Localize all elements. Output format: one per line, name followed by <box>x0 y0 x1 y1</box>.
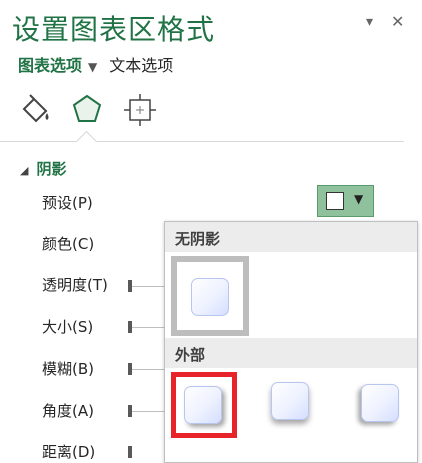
preset-outer-shadow-1[interactable] <box>171 372 237 438</box>
group-header-no-shadow: 无阴影 <box>165 222 417 252</box>
preset-thumbnail <box>361 384 399 422</box>
preset-thumbnail <box>191 278 229 316</box>
shadow-section-header[interactable]: ◢ 阴影 <box>20 158 66 179</box>
blur-label: 模糊(B) <box>42 360 94 378</box>
preset-no-shadow[interactable] <box>171 256 249 336</box>
angle-label: 角度(A) <box>42 402 94 420</box>
selected-category-caret <box>75 130 98 153</box>
close-icon[interactable]: ✕ <box>391 12 404 31</box>
effects-pentagon-icon[interactable] <box>70 92 104 126</box>
options-tabs: 图表选项 ▼ 文本选项 <box>18 52 173 76</box>
preset-outer-shadow-3[interactable] <box>345 370 415 440</box>
fill-line-icon[interactable] <box>18 92 52 126</box>
color-label: 颜色(C) <box>42 235 95 253</box>
pane-options-dropdown-icon[interactable]: ▾ <box>366 14 373 30</box>
preset-swatch <box>326 192 344 210</box>
transparency-slider-track[interactable] <box>132 286 164 287</box>
shadow-presets-dropdown: 无阴影 外部 <box>164 221 418 463</box>
transparency-label: 透明度(T) <box>42 276 108 294</box>
size-slider-track[interactable] <box>132 327 164 328</box>
group-header-outer: 外部 <box>165 338 417 368</box>
tab-chart-options[interactable]: 图表选项 <box>18 56 82 75</box>
preset-dropdown-button[interactable]: ▼ <box>317 185 374 217</box>
category-icons <box>18 92 158 128</box>
preset-thumbnail <box>271 382 309 420</box>
angle-slider-track[interactable] <box>132 411 164 412</box>
distance-slider-handle[interactable] <box>128 446 132 458</box>
tab-text-options[interactable]: 文本选项 <box>109 56 173 75</box>
preset-thumbnail <box>184 386 222 424</box>
size-label: 大小(S) <box>42 318 94 336</box>
chevron-down-icon: ▼ <box>354 192 364 206</box>
section-divider <box>0 141 404 142</box>
distance-label: 距离(D) <box>42 443 96 461</box>
preset-outer-shadow-2[interactable] <box>257 370 327 440</box>
pane-title: 设置图表区格式 <box>12 13 216 46</box>
collapse-triangle-icon[interactable]: ◢ <box>20 164 28 177</box>
preset-label: 预设(P) <box>42 194 93 212</box>
size-properties-icon[interactable] <box>122 92 156 126</box>
blur-slider-track[interactable] <box>132 369 164 370</box>
chevron-down-icon[interactable]: ▼ <box>88 60 97 74</box>
